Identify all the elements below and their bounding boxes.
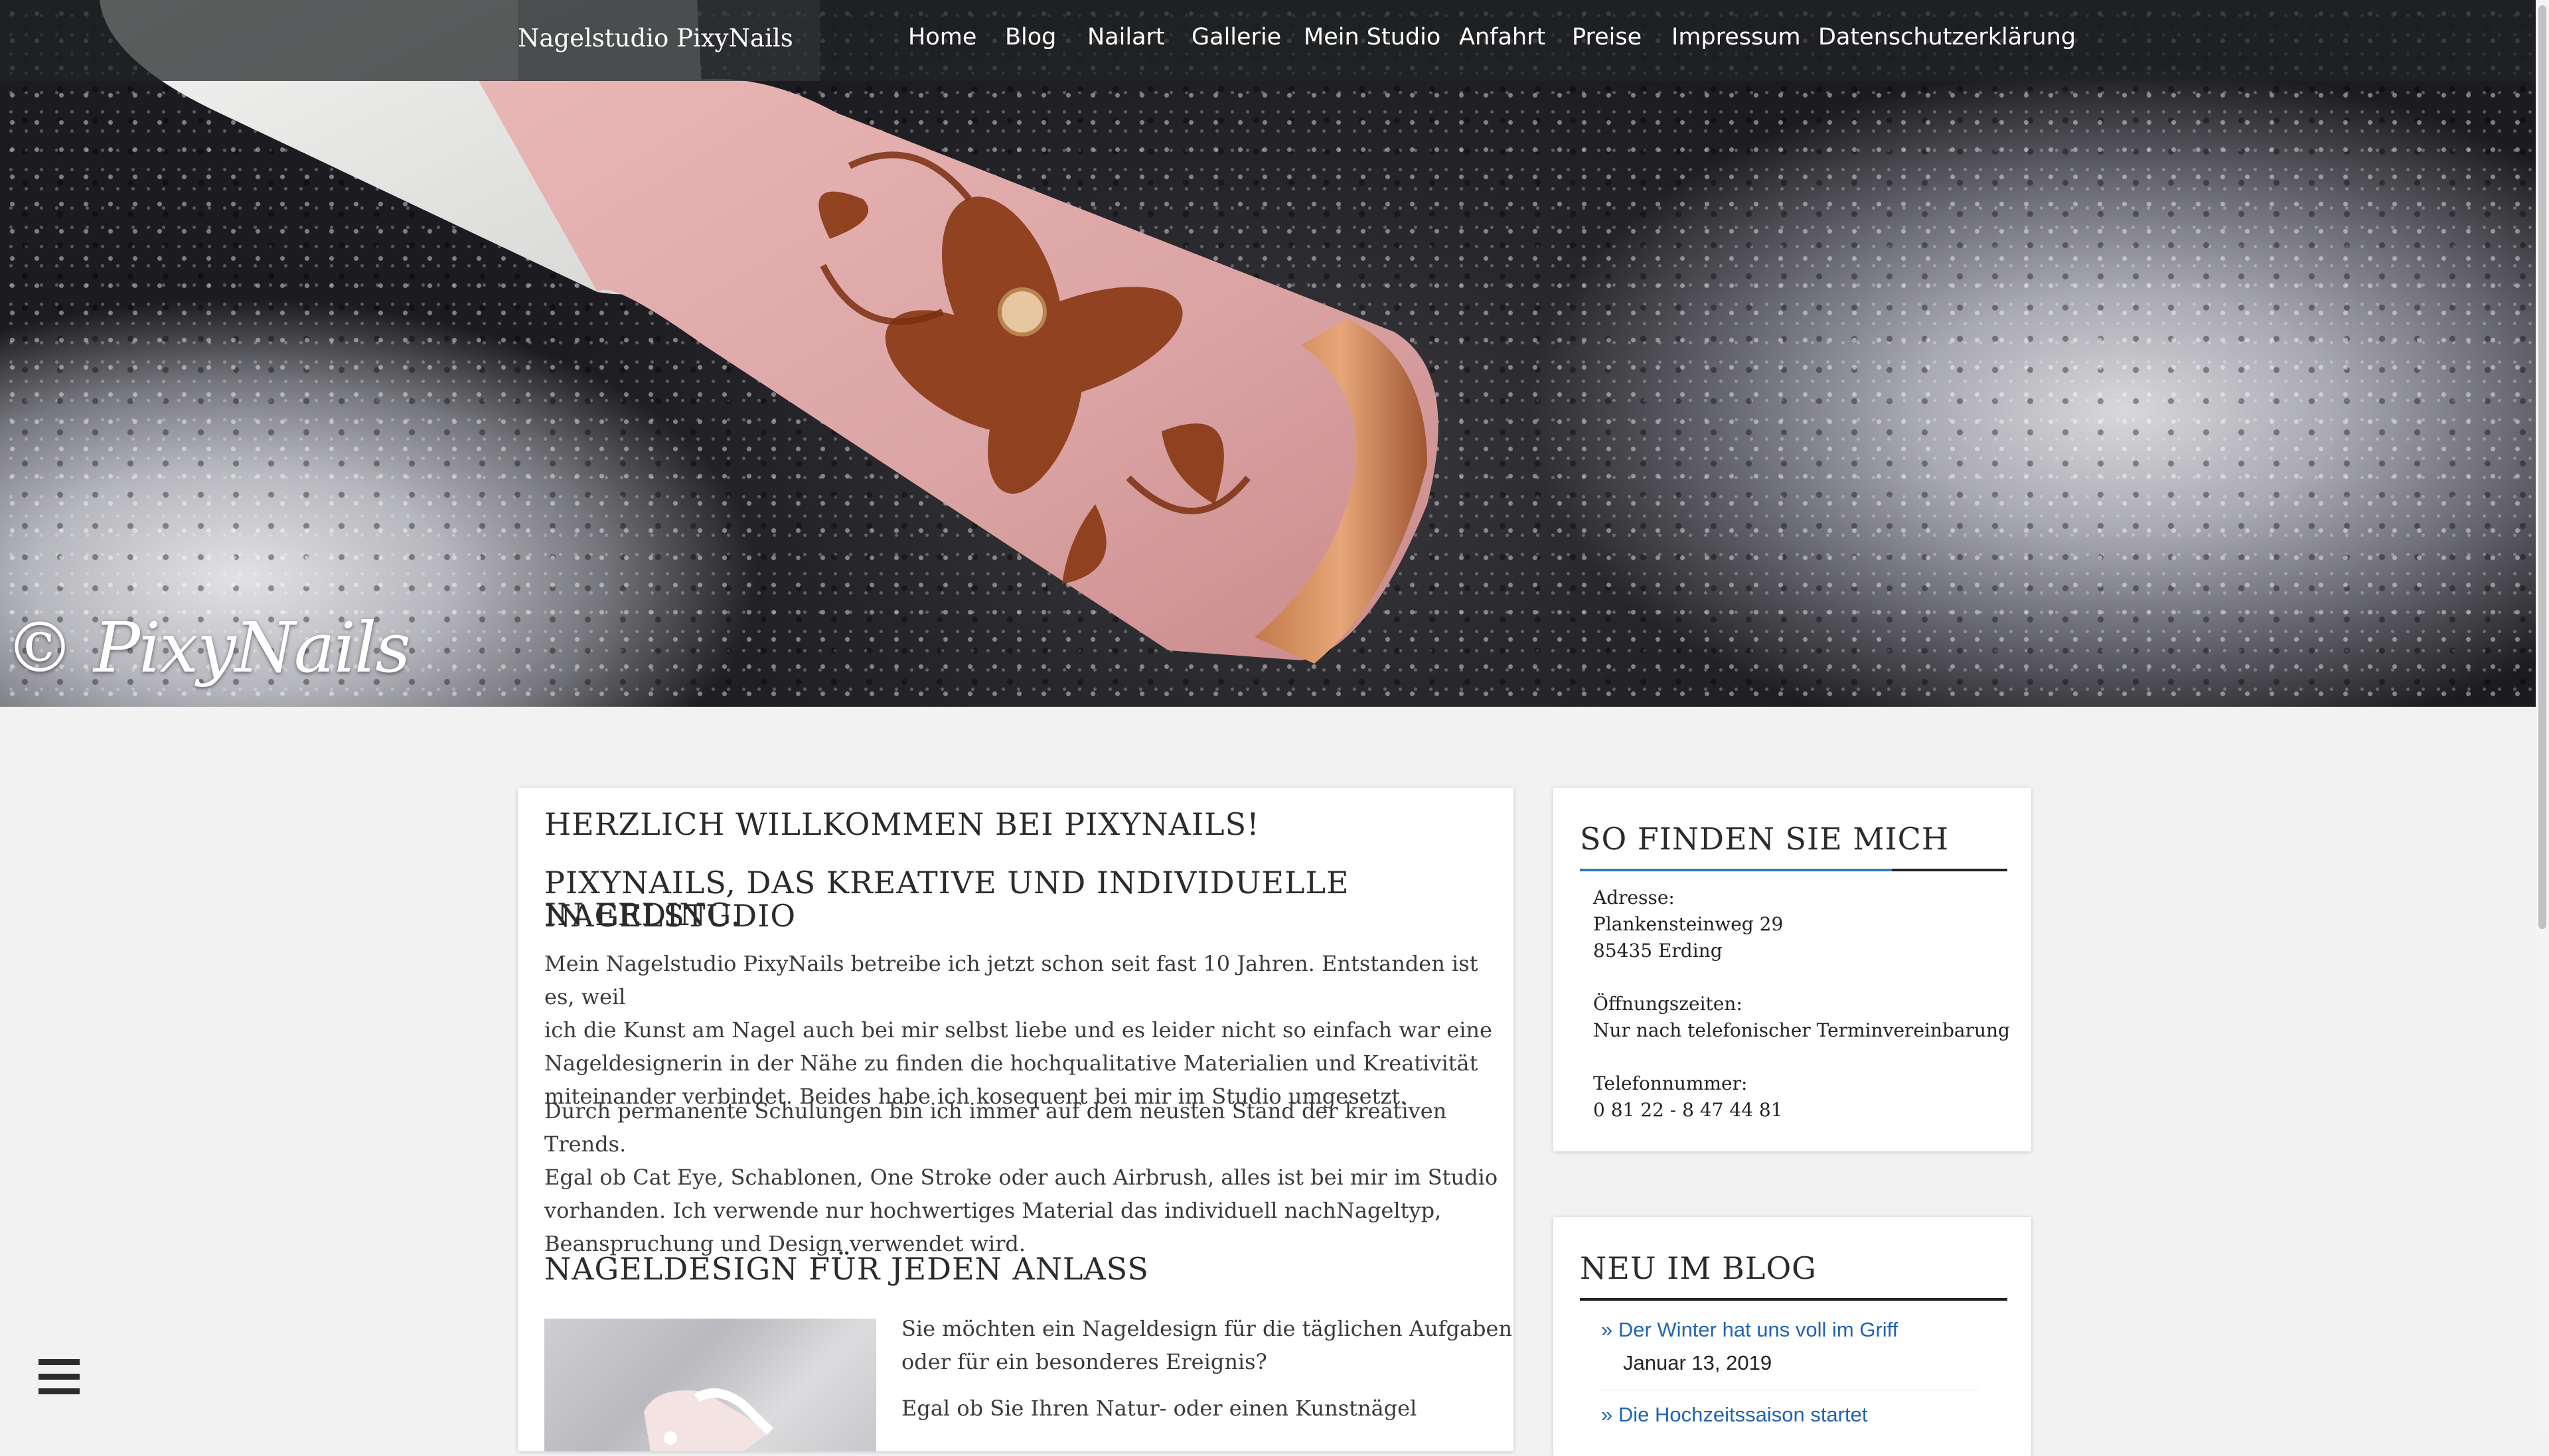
hamburger-bar [39, 1359, 80, 1365]
page-title: HERZLICH WILLKOMMEN BEI PIXYNAILS! [544, 806, 1260, 842]
nav-anfahrt[interactable]: Anfahrt [1459, 24, 1545, 50]
address-street: Plankensteinweg 29 [1593, 913, 1784, 935]
hamburger-bar [39, 1374, 80, 1380]
paragraph-line: oder für ein besonderes Ereignis? [901, 1349, 1267, 1374]
scrollbar-thumb[interactable] [2538, 5, 2546, 929]
nav-home[interactable]: Home [908, 24, 976, 50]
contact-widget: SO FINDEN SIE MICH Adresse: Plankenstein… [1553, 788, 2031, 1151]
address-city: 85435 Erding [1593, 940, 1723, 962]
nav-nailart[interactable]: Nailart [1087, 24, 1165, 50]
site-brand[interactable]: Nagelstudio PixyNails [518, 24, 793, 52]
phone-number[interactable]: 0 81 22 - 8 47 44 81 [1593, 1097, 1783, 1124]
nail-art-image [100, 0, 1438, 664]
nav-blog[interactable]: Blog [1005, 24, 1056, 50]
natural-nails-paragraph: Egal ob Sie Ihren Natur- oder einen Kuns… [901, 1396, 1417, 1421]
nail-design-thumbnail[interactable] [544, 1319, 876, 1451]
paragraph-line: Durch permanente Schulungen bin ich imme… [544, 1098, 1447, 1157]
recent-posts-widget: NEU IM BLOG » Der Winter hat uns voll im… [1553, 1217, 2031, 1456]
double-chevron-right-icon: » [1601, 1318, 1618, 1341]
address-label: Adresse: [1593, 887, 1675, 909]
hero-banner: © PixyNails [0, 0, 2536, 707]
nav-impressum[interactable]: Impressum [1671, 24, 1801, 50]
recent-posts-title: NEU IM BLOG [1580, 1250, 1817, 1286]
paragraph-line: Sie möchten ein Nageldesign für die tägl… [901, 1316, 1513, 1341]
training-paragraph: Durch permanente Schulungen bin ich imme… [544, 1094, 1513, 1260]
paragraph-line: Egal ob Cat Eye, Schablonen, One Stroke … [544, 1165, 1498, 1190]
paragraph-line: ich die Kunst am Nagel auch bei mir selb… [544, 1017, 1492, 1043]
thumbnail-image [644, 1388, 773, 1451]
section-heading-nageldesign: NAGELDESIGN FÜR JEDEN ANLASS [544, 1251, 1149, 1287]
occasion-paragraph: Sie möchten ein Nageldesign für die tägl… [901, 1312, 1512, 1378]
double-chevron-right-icon: » [1601, 1403, 1618, 1426]
nav-datenschutzerklaerung[interactable]: Datenschutzerklärung [1818, 24, 2076, 50]
title-underline [1580, 1298, 2007, 1301]
blog-post-date: Januar 13, 2019 [1623, 1351, 1772, 1374]
title-underline-accent [1580, 869, 1892, 871]
hours-label: Öffnungszeiten: [1593, 993, 1742, 1015]
blog-post-link[interactable]: » Die Hochzeitssaison startet [1601, 1403, 1867, 1427]
contact-widget-title: SO FINDEN SIE MICH [1580, 821, 1949, 857]
hours-value: Nur nach telefonischer Terminvereinbarun… [1593, 1019, 2010, 1041]
top-navbar: Nagelstudio PixyNails Home Blog Nailart … [0, 0, 2536, 81]
copyright-watermark: © PixyNails [5, 607, 411, 688]
nav-gallerie[interactable]: Gallerie [1192, 24, 1281, 50]
paragraph-line: vorhanden. Ich verwende nur hochwertiges… [544, 1198, 1442, 1223]
article-subtitle-line-2: IN ERDING. [544, 897, 741, 932]
paragraph-line: Mein Nagelstudio PixyNails betreibe ich … [544, 951, 1478, 1009]
nav-mein-studio[interactable]: Mein Studio [1304, 24, 1440, 50]
paragraph-line: Nageldesignerin in der Nähe zu finden di… [544, 1051, 1478, 1076]
blog-post-title: Die Hochzeitssaison startet [1618, 1403, 1868, 1426]
title-underline [1580, 869, 2007, 871]
welcome-article: HERZLICH WILLKOMMEN BEI PIXYNAILS! PIXYN… [518, 788, 1513, 1451]
intro-paragraph: Mein Nagelstudio PixyNails betreibe ich … [544, 947, 1513, 1113]
phone-label: Telefonnummer: [1593, 1072, 1748, 1094]
blog-post-title: Der Winter hat uns voll im Griff [1618, 1318, 1898, 1341]
nav-preise[interactable]: Preise [1572, 24, 1642, 50]
hamburger-bar [39, 1388, 80, 1394]
hamburger-menu-icon[interactable] [39, 1359, 80, 1395]
blog-post-link[interactable]: » Der Winter hat uns voll im Griff [1601, 1318, 1898, 1342]
